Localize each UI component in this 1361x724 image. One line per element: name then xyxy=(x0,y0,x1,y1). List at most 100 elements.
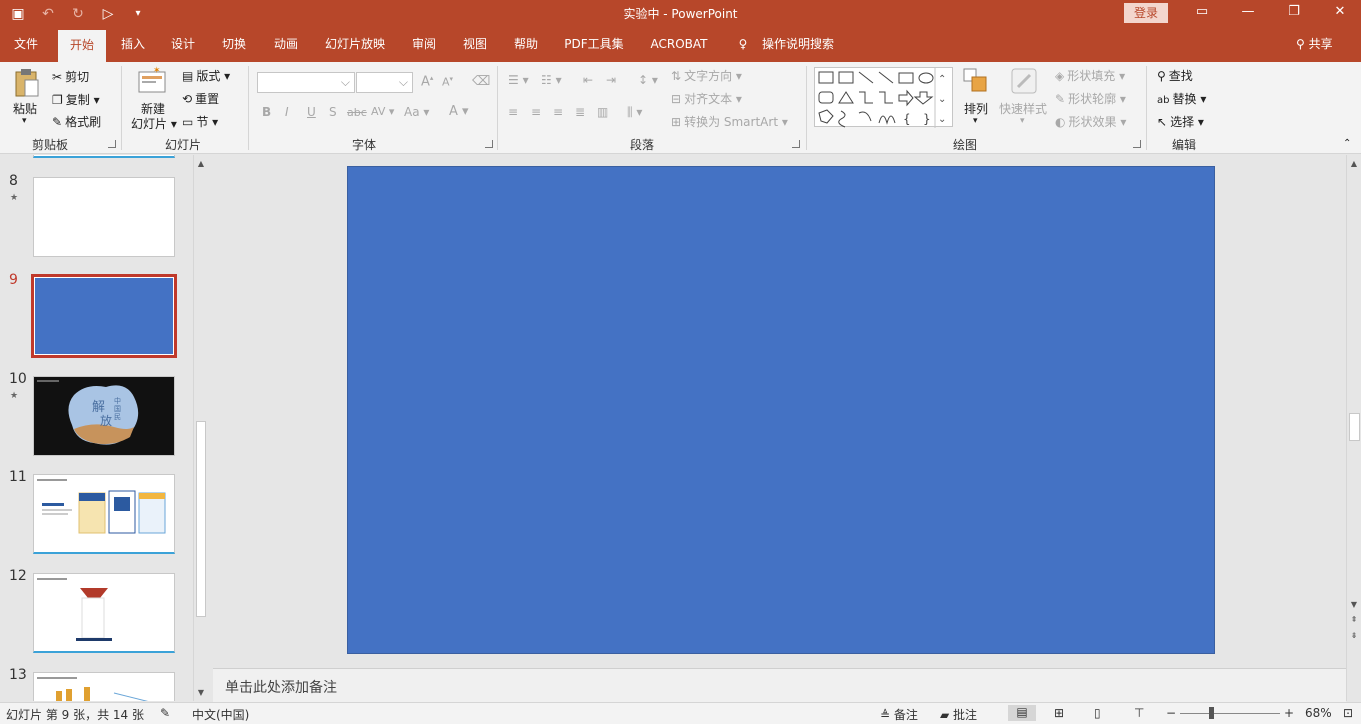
paragraph-launcher-icon[interactable] xyxy=(792,140,800,148)
numbering-icon[interactable]: ☷ ▾ xyxy=(541,73,562,87)
previous-slide-icon[interactable]: ⇞ xyxy=(1347,615,1361,624)
ribbon-display-options-icon[interactable]: ▭ xyxy=(1192,4,1212,19)
font-size-dropdown[interactable]: ⌵ xyxy=(356,72,413,93)
collapse-ribbon-icon[interactable]: ⌃ xyxy=(1343,138,1351,149)
layout-button[interactable]: ▤ 版式 ▾ xyxy=(182,67,230,84)
convert-smartart-button[interactable]: ⊞ 转换为 SmartArt ▾ xyxy=(671,113,788,130)
scrollbar-thumb[interactable] xyxy=(196,421,206,617)
new-slide-icon[interactable]: ✶ xyxy=(137,66,167,99)
shapes-gallery[interactable]: {} ⌃ ⌄ ⌄ xyxy=(814,67,953,128)
text-direction-button[interactable]: ⇅ 文字方向 ▾ xyxy=(671,67,742,84)
format-painter-button[interactable]: ✎ 格式刷 xyxy=(52,113,101,130)
zoom-slider-thumb[interactable] xyxy=(1209,707,1214,719)
align-text-button[interactable]: ⊟ 对齐文本 ▾ xyxy=(671,90,742,107)
scroll-up-icon[interactable]: ▲ xyxy=(194,159,208,168)
line-spacing-icon[interactable]: ↕ ▾ xyxy=(638,73,658,87)
tell-me-search[interactable]: 操作说明搜索 xyxy=(758,28,838,62)
arrange-icon[interactable] xyxy=(962,67,990,98)
slide-thumbnail-8[interactable] xyxy=(33,177,175,257)
tab-insert[interactable]: 插入 xyxy=(110,28,156,62)
tab-file[interactable]: 文件 xyxy=(0,28,52,62)
scrollbar-thumb[interactable] xyxy=(1349,413,1360,441)
find-button[interactable]: ⚲ 查找 xyxy=(1157,67,1193,84)
tab-slideshow[interactable]: 幻灯片放映 xyxy=(318,28,392,62)
spell-check-icon[interactable]: ✎ xyxy=(160,706,170,720)
zoom-out-icon[interactable]: − xyxy=(1166,706,1176,720)
italic-button[interactable]: I xyxy=(285,105,289,119)
tab-animations[interactable]: 动画 xyxy=(262,28,310,62)
quick-styles-icon[interactable] xyxy=(1010,67,1038,100)
paste-button[interactable]: 粘贴 xyxy=(13,100,37,117)
scroll-down-icon[interactable]: ▼ xyxy=(1347,600,1361,609)
arrange-dropdown-icon[interactable]: ▾ xyxy=(973,116,978,126)
quick-styles-dropdown-icon[interactable]: ▾ xyxy=(1020,116,1025,126)
section-button[interactable]: ▭ 节 ▾ xyxy=(182,113,218,130)
align-left-icon[interactable]: ≡ xyxy=(508,105,518,119)
next-slide-icon[interactable]: ⇟ xyxy=(1347,631,1361,640)
shape-fill-button[interactable]: ◈ 形状填充 ▾ xyxy=(1055,67,1125,84)
new-slide-dropdown[interactable]: 幻灯片 ▾ xyxy=(131,115,177,132)
zoom-slider[interactable] xyxy=(1180,713,1280,714)
drawing-launcher-icon[interactable] xyxy=(1133,140,1141,148)
decrease-indent-icon[interactable]: ⇤ xyxy=(583,73,593,87)
reading-view-icon[interactable]: ▯ xyxy=(1094,706,1101,720)
tab-pdf-tools[interactable]: PDF工具集 xyxy=(558,28,630,62)
columns-icon[interactable]: ⫼ ▾ xyxy=(627,105,642,120)
quick-styles-label[interactable]: 快速样式 xyxy=(999,100,1047,117)
close-icon[interactable]: ✕ xyxy=(1330,4,1350,19)
login-button[interactable]: 登录 xyxy=(1124,3,1168,23)
justify-icon[interactable]: ≣ xyxy=(575,105,585,119)
bold-button[interactable]: B xyxy=(262,105,271,119)
tab-view[interactable]: 视图 xyxy=(451,28,499,62)
slideshow-icon[interactable]: ⊤ xyxy=(1134,706,1144,720)
font-name-dropdown[interactable]: ⌵ xyxy=(257,72,355,93)
slide-thumbnail-11[interactable] xyxy=(33,474,175,554)
restore-icon[interactable]: ❐ xyxy=(1284,4,1304,19)
increase-indent-icon[interactable]: ⇥ xyxy=(606,73,616,87)
tab-transitions[interactable]: 切换 xyxy=(211,28,257,62)
editor-scrollbar[interactable]: ▲ ▼ ⇞ ⇟ xyxy=(1346,155,1361,701)
grow-font-button[interactable]: A▴ xyxy=(421,74,433,89)
tab-review[interactable]: 审阅 xyxy=(400,28,448,62)
char-spacing-button[interactable]: AV ▾ xyxy=(371,105,394,118)
clipboard-launcher-icon[interactable] xyxy=(108,140,116,148)
paste-icon[interactable] xyxy=(12,68,42,100)
copy-button[interactable]: ❐ 复制 ▾ xyxy=(52,91,100,108)
share-button[interactable]: ⚲ 共享 xyxy=(1296,28,1333,60)
current-slide[interactable] xyxy=(347,166,1215,654)
clear-formatting-icon[interactable]: ⌫ xyxy=(472,74,490,89)
slide-thumbnail-7-partial[interactable] xyxy=(33,155,175,158)
minimize-icon[interactable]: — xyxy=(1238,4,1258,19)
shape-outline-button[interactable]: ✎ 形状轮廓 ▾ xyxy=(1055,90,1126,107)
scroll-down-icon[interactable]: ▼ xyxy=(194,688,208,697)
fit-to-window-icon[interactable]: ⊡ xyxy=(1343,706,1353,720)
tab-design[interactable]: 设计 xyxy=(160,28,206,62)
select-button[interactable]: ↖ 选择 ▾ xyxy=(1157,113,1204,130)
shape-effects-button[interactable]: ◐ 形状效果 ▾ xyxy=(1055,113,1126,130)
zoom-in-icon[interactable]: + xyxy=(1284,706,1294,720)
align-center-icon[interactable]: ≡ xyxy=(531,105,541,119)
tab-help[interactable]: 帮助 xyxy=(502,28,550,62)
comments-button[interactable]: ▰ 批注 xyxy=(940,706,977,723)
thumbnails-scrollbar[interactable]: ▲ ▼ xyxy=(193,155,208,701)
font-launcher-icon[interactable] xyxy=(485,140,493,148)
bullets-icon[interactable]: ☰ ▾ xyxy=(508,73,529,87)
notes-toggle-button[interactable]: ≜ 备注 xyxy=(880,706,918,723)
slide-thumbnail-10[interactable]: 解 放 中 国 民 xyxy=(33,376,175,456)
shrink-font-button[interactable]: A▾ xyxy=(442,75,453,89)
slide-thumbnail-12[interactable] xyxy=(33,573,175,653)
arrange-label[interactable]: 排列 xyxy=(964,100,988,117)
language-indicator[interactable]: 中文(中国) xyxy=(192,706,249,723)
slide-thumbnail-9[interactable] xyxy=(31,274,177,358)
scroll-up-icon[interactable]: ▲ xyxy=(1347,159,1361,168)
tab-home[interactable]: 开始 xyxy=(58,28,106,62)
paste-dropdown-icon[interactable]: ▾ xyxy=(22,116,27,126)
underline-button[interactable]: U xyxy=(307,105,316,119)
notes-pane[interactable]: 单击此处添加备注 xyxy=(213,668,1346,702)
slide-sorter-icon[interactable]: ⊞ xyxy=(1054,706,1064,720)
replace-button[interactable]: ab 替换 ▾ xyxy=(1157,90,1206,107)
zoom-level[interactable]: 68% xyxy=(1305,706,1332,720)
change-case-button[interactable]: Aa ▾ xyxy=(404,105,429,119)
reset-button[interactable]: ⟲ 重置 xyxy=(182,90,219,107)
shadow-button[interactable]: S xyxy=(329,105,337,119)
